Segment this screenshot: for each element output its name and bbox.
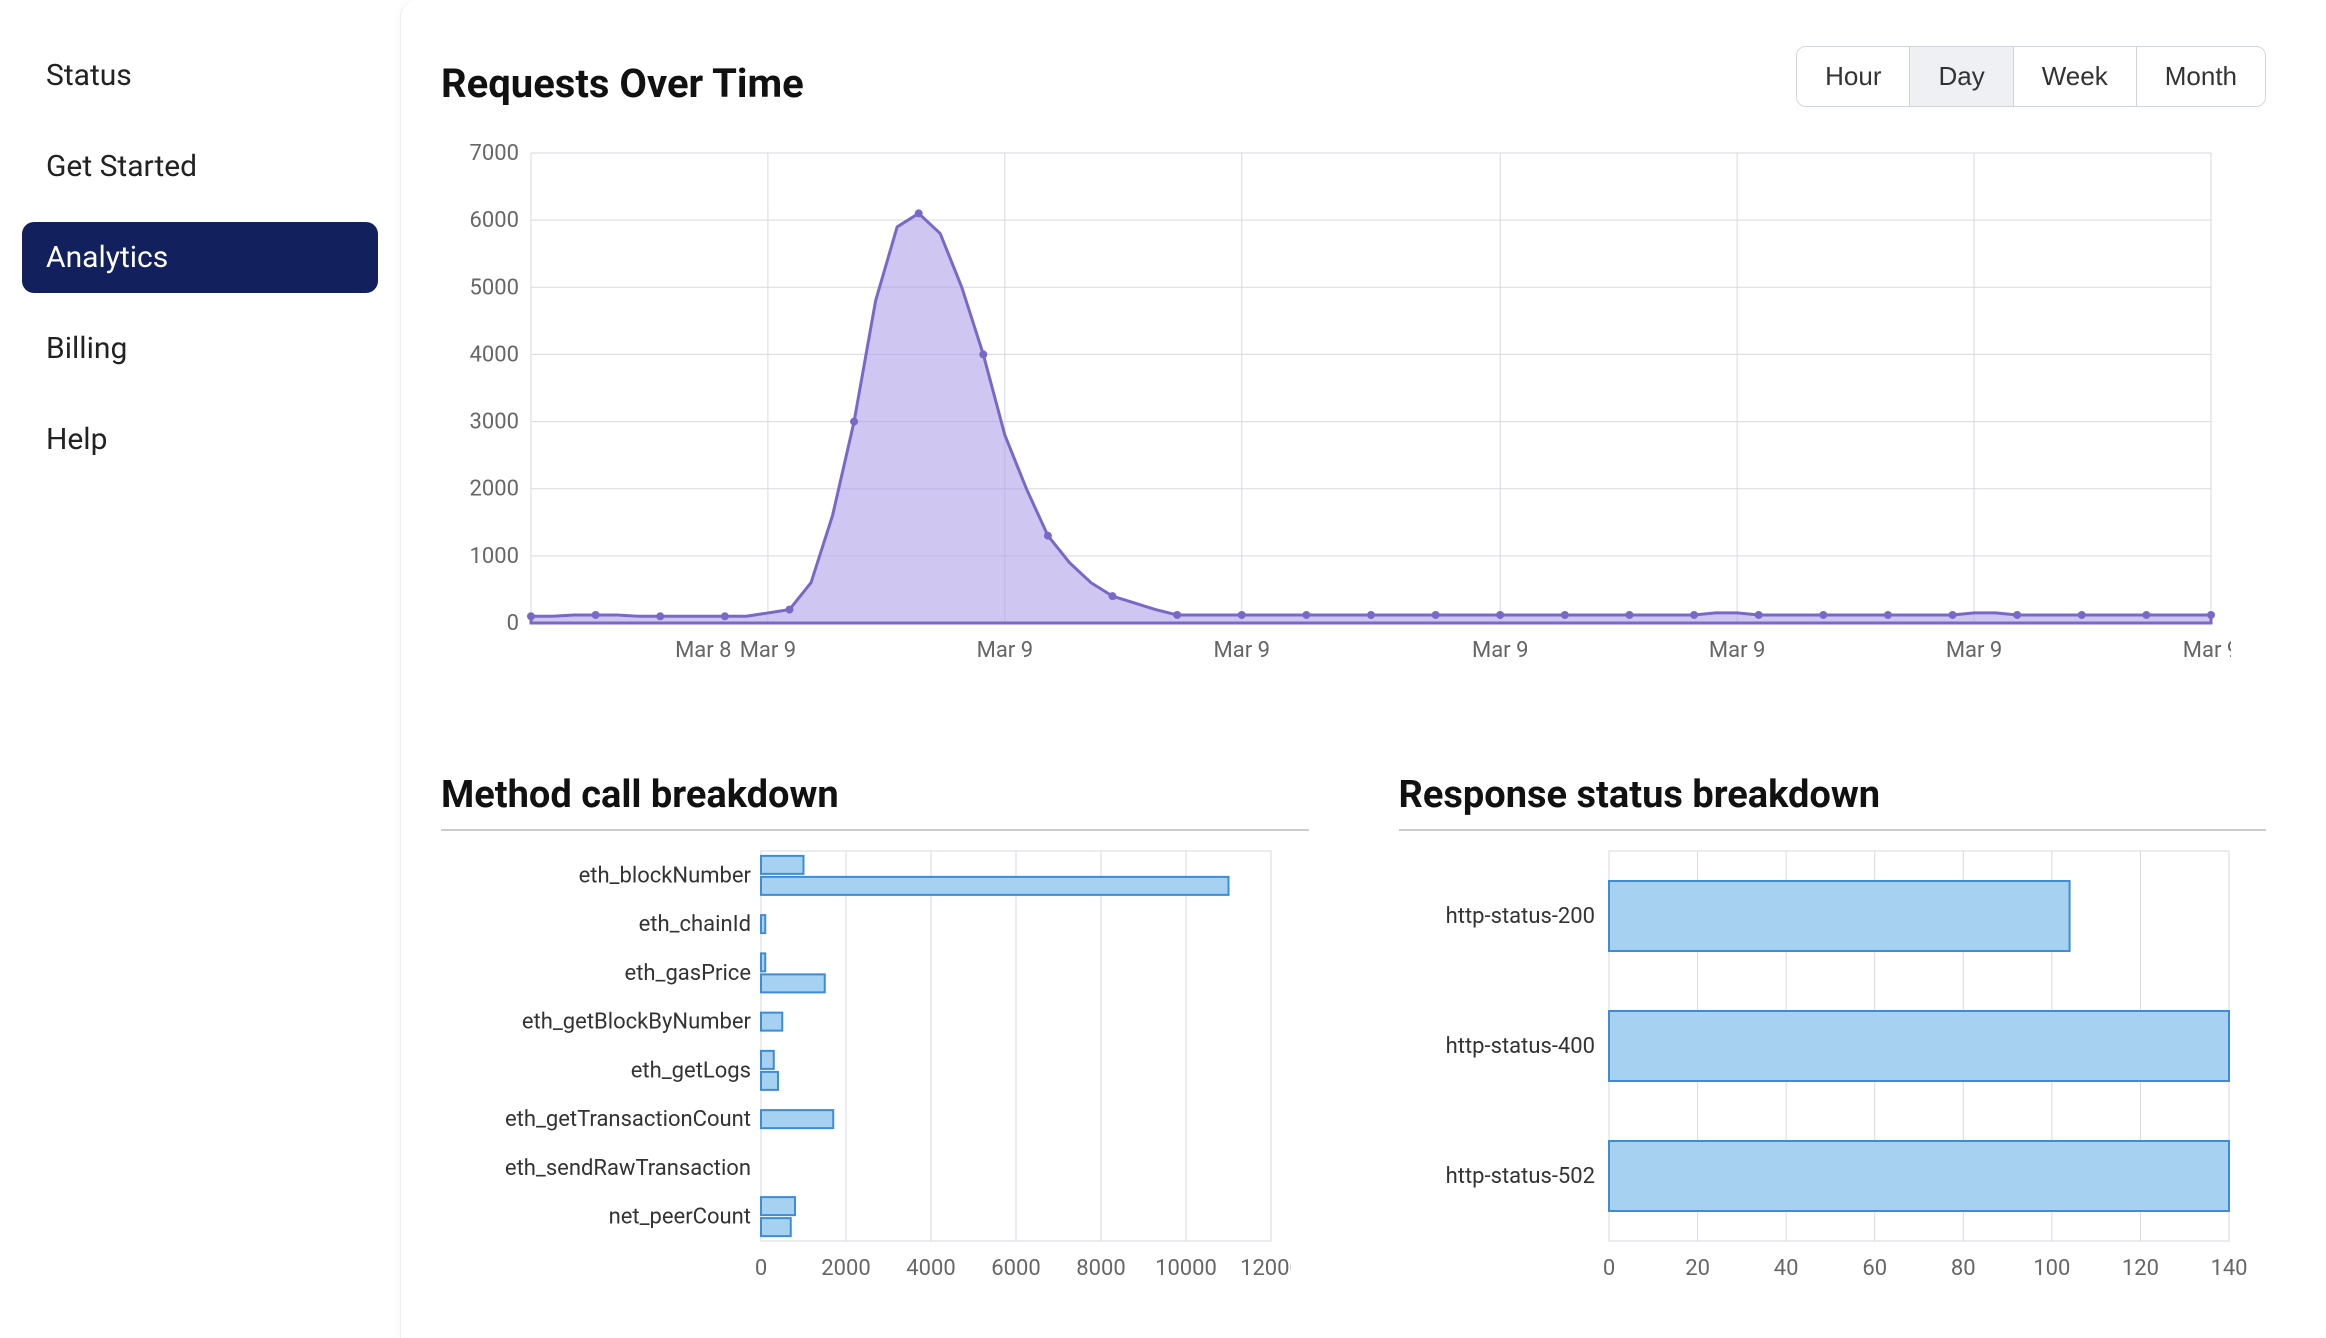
svg-text:5000: 5000 xyxy=(470,275,519,300)
chart-title-status: Response status breakdown xyxy=(1399,773,2267,831)
sidebar-item-status[interactable]: Status xyxy=(22,40,378,111)
svg-text:eth_getLogs: eth_getLogs xyxy=(631,1058,751,1083)
svg-text:Mar 9: Mar 9 xyxy=(977,638,1033,663)
time-toggle-month[interactable]: Month xyxy=(2136,47,2265,106)
sidebar-item-help[interactable]: Help xyxy=(22,404,378,475)
svg-text:12000: 12000 xyxy=(1240,1256,1291,1281)
svg-text:100: 100 xyxy=(2033,1256,2070,1281)
svg-text:2000: 2000 xyxy=(470,477,519,502)
sidebar: Status Get Started Analytics Billing Hel… xyxy=(0,0,400,1338)
svg-text:Mar 8: Mar 8 xyxy=(675,638,731,663)
svg-text:Mar 9: Mar 9 xyxy=(1472,638,1528,663)
svg-text:6000: 6000 xyxy=(470,208,519,233)
time-range-toggle: Hour Day Week Month xyxy=(1796,46,2266,107)
svg-text:4000: 4000 xyxy=(470,342,519,367)
svg-text:10000: 10000 xyxy=(1155,1256,1217,1281)
svg-text:eth_getTransactionCount: eth_getTransactionCount xyxy=(505,1107,751,1132)
svg-text:3000: 3000 xyxy=(470,410,519,435)
svg-text:6000: 6000 xyxy=(991,1256,1040,1281)
svg-text:eth_blockNumber: eth_blockNumber xyxy=(579,863,752,888)
svg-text:eth_sendRawTransaction: eth_sendRawTransaction xyxy=(505,1156,751,1181)
svg-text:40: 40 xyxy=(1773,1256,1798,1281)
svg-text:http-status-200: http-status-200 xyxy=(1445,904,1594,929)
svg-text:80: 80 xyxy=(1950,1256,1975,1281)
svg-text:140: 140 xyxy=(2210,1256,2247,1281)
svg-text:0: 0 xyxy=(755,1256,767,1281)
svg-text:4000: 4000 xyxy=(906,1256,955,1281)
svg-text:eth_gasPrice: eth_gasPrice xyxy=(625,961,751,986)
svg-text:http-status-400: http-status-400 xyxy=(1445,1034,1594,1059)
main-content: Requests Over Time Hour Day Week Month 0… xyxy=(400,0,2326,1338)
svg-text:eth_chainId: eth_chainId xyxy=(639,912,751,937)
svg-text:Mar 9: Mar 9 xyxy=(740,638,796,663)
chart-title-requests: Requests Over Time xyxy=(441,60,804,107)
svg-text:0: 0 xyxy=(507,611,519,636)
svg-text:7000: 7000 xyxy=(470,143,519,166)
method-call-breakdown-chart: 0 2000 4000 6000 8000 10000 12000 eth_blockNumb… xyxy=(441,841,1309,1301)
response-status-breakdown-chart: 0 20 40 60 80 100 120 140 http-status-200 http-st… xyxy=(1399,841,2267,1301)
chart-title-method: Method call breakdown xyxy=(441,773,1309,831)
requests-over-time-chart: 0 1000 2000 3000 4000 5000 6000 7000 Mar 8 Mar 9 M… xyxy=(441,143,2266,703)
sidebar-item-get-started[interactable]: Get Started xyxy=(22,131,378,202)
sidebar-item-analytics[interactable]: Analytics xyxy=(22,222,378,293)
time-toggle-week[interactable]: Week xyxy=(2013,47,2136,106)
svg-text:Mar 9: Mar 9 xyxy=(1214,638,1270,663)
svg-text:8000: 8000 xyxy=(1076,1256,1125,1281)
svg-text:120: 120 xyxy=(2121,1256,2158,1281)
svg-text:http-status-502: http-status-502 xyxy=(1445,1164,1594,1189)
svg-text:60: 60 xyxy=(1862,1256,1887,1281)
svg-text:Mar 9: Mar 9 xyxy=(1946,638,2002,663)
svg-text:2000: 2000 xyxy=(821,1256,870,1281)
svg-text:Mar 9: Mar 9 xyxy=(1709,638,1765,663)
svg-text:1000: 1000 xyxy=(470,544,519,569)
svg-text:Mar 9: Mar 9 xyxy=(2183,638,2231,663)
svg-text:eth_getBlockByNumber: eth_getBlockByNumber xyxy=(522,1010,752,1035)
time-toggle-hour[interactable]: Hour xyxy=(1797,47,1909,106)
svg-text:net_peerCount: net_peerCount xyxy=(609,1205,751,1230)
sidebar-item-billing[interactable]: Billing xyxy=(22,313,378,384)
svg-text:0: 0 xyxy=(1602,1256,1614,1281)
svg-text:20: 20 xyxy=(1685,1256,1710,1281)
time-toggle-day[interactable]: Day xyxy=(1909,47,2012,106)
